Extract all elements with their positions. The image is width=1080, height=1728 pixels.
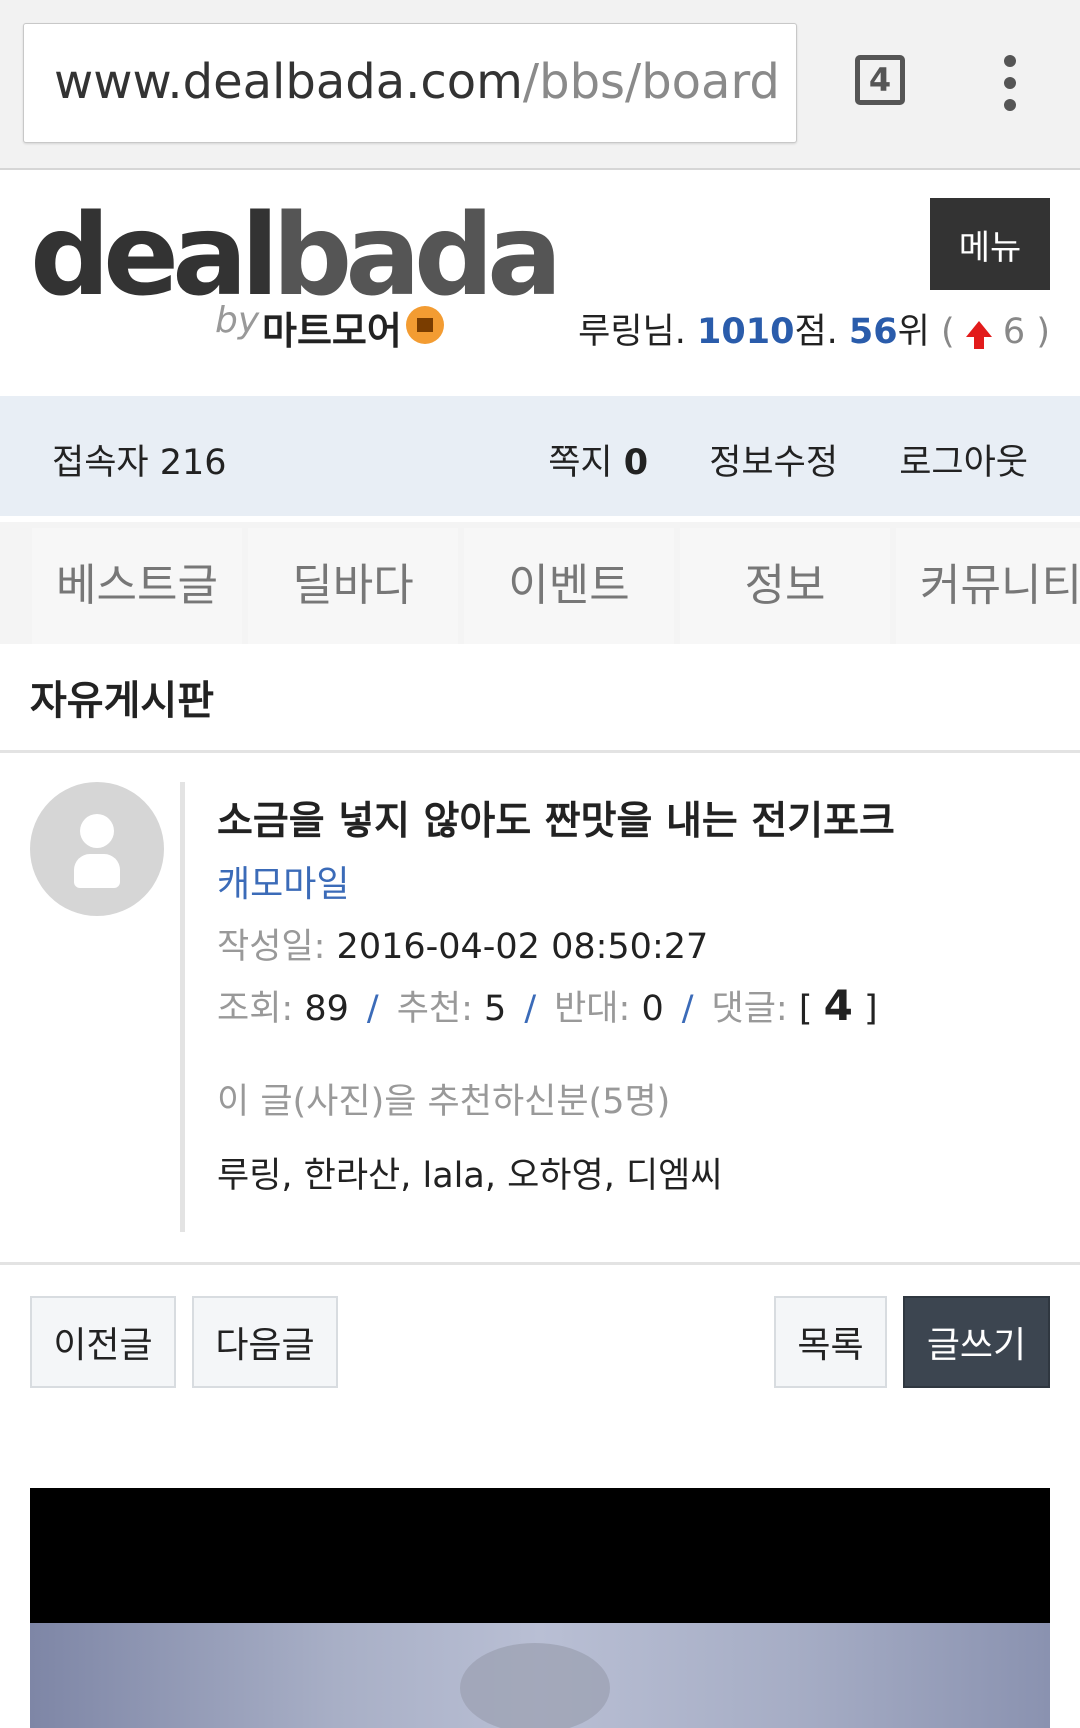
info-bar: 접속자 216 쪽지 0 정보수정 로그아웃 xyxy=(0,396,1080,516)
write-button[interactable]: 글쓰기 xyxy=(903,1296,1050,1388)
messages-count: 0 xyxy=(623,443,649,483)
next-post-button[interactable]: 다음글 xyxy=(192,1296,338,1388)
nav-item-community[interactable]: 커뮤니티 xyxy=(896,528,1080,644)
browser-toolbar: www.dealbada.com/bbs/board 4 xyxy=(0,0,1080,170)
post-divider xyxy=(180,782,185,1232)
user-rank: 56 xyxy=(848,312,898,352)
post-author[interactable]: 캐모마일 xyxy=(217,855,349,907)
user-points: 1010 xyxy=(697,312,795,352)
author-avatar-icon xyxy=(30,782,164,916)
prev-post-button[interactable]: 이전글 xyxy=(30,1296,176,1388)
nav-item-info[interactable]: 정보 xyxy=(680,528,890,644)
board-title: 자유게시판 xyxy=(30,678,214,724)
url-text: www.dealbada.com/bbs/board xyxy=(54,54,780,110)
category-nav: 베스트글 딜바다 이벤트 정보 커뮤니티 xyxy=(0,522,1080,644)
post-oppose: 0 xyxy=(641,989,664,1029)
user-status: 루링님. 1010점. 56위 ( 6 ) xyxy=(578,312,1050,352)
post-stats-row: 조회: 89/추천: 5/반대: 0/댓글: [ 4 ] xyxy=(217,981,878,1030)
nav-item-dealbada[interactable]: 딜바다 xyxy=(248,528,458,644)
recommenders-label: 이 글(사진)을 추천하신분(5명) xyxy=(217,1082,671,1122)
rank-up-arrow-icon xyxy=(965,321,992,349)
messages-link[interactable]: 쪽지 0 xyxy=(498,443,648,483)
url-host: www.dealbada.com xyxy=(54,54,523,110)
visitor-count: 접속자 216 xyxy=(52,443,227,483)
list-button[interactable]: 목록 xyxy=(774,1296,887,1388)
menu-button[interactable]: 메뉴 xyxy=(930,198,1050,290)
post-video[interactable] xyxy=(30,1488,1050,1728)
logout-link[interactable]: 로그아웃 xyxy=(899,443,1028,483)
post-title: 소금을 넣지 않아도 짠맛을 내는 전기포크 xyxy=(217,799,895,844)
url-bar[interactable]: www.dealbada.com/bbs/board xyxy=(23,23,797,143)
coin-icon xyxy=(406,306,444,344)
edit-info-link[interactable]: 정보수정 xyxy=(709,443,838,483)
post-comments: 4 xyxy=(823,981,853,1030)
tab-switcher-button[interactable]: 4 xyxy=(855,55,905,105)
divider xyxy=(0,1262,1080,1265)
overflow-menu-icon[interactable] xyxy=(995,55,1025,115)
logo-by: by xyxy=(215,300,260,341)
url-path: /bbs/board xyxy=(522,54,780,110)
site-logo[interactable]: dealbada by 마트모어 xyxy=(30,200,563,360)
logo-subtitle: 마트모어 xyxy=(262,309,402,353)
user-name[interactable]: 루링님. xyxy=(578,312,686,352)
recommenders-list: 루링, 한라산, lala, 오하영, 디엠씨 xyxy=(217,1156,723,1196)
post-views: 89 xyxy=(304,989,349,1029)
post-date: 2016-04-02 08:50:27 xyxy=(336,927,709,967)
divider xyxy=(0,750,1080,753)
post-recommend: 5 xyxy=(484,989,507,1029)
nav-item-event[interactable]: 이벤트 xyxy=(464,528,674,644)
nav-item-best[interactable]: 베스트글 xyxy=(32,528,242,644)
logo-wordmark: dealbada xyxy=(30,191,563,321)
rank-change: 6 xyxy=(1002,312,1026,352)
post-date-row: 작성일: 2016-04-02 08:50:27 xyxy=(217,927,709,967)
